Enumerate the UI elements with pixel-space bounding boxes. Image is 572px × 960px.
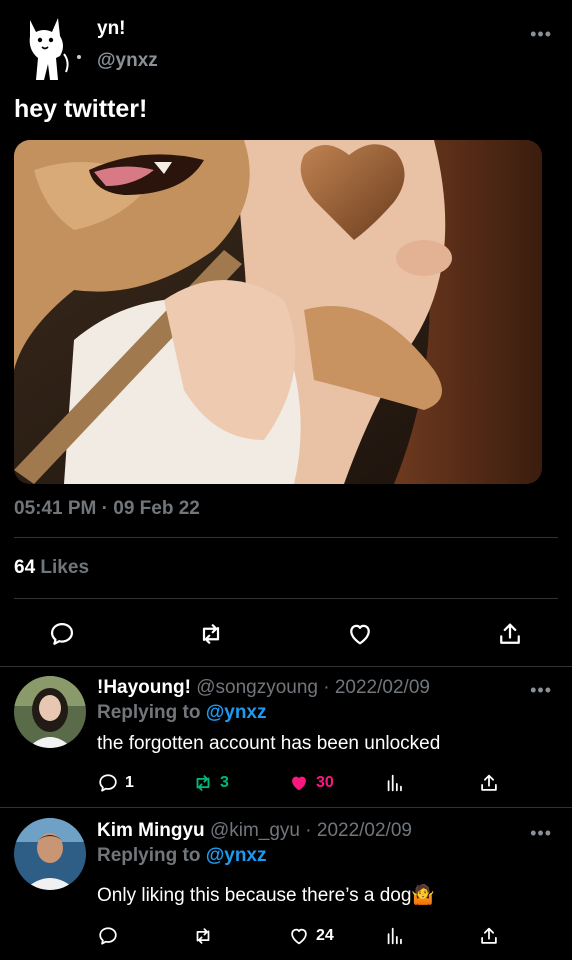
reply-like-button[interactable]: 24 — [288, 925, 334, 947]
like-button[interactable] — [346, 620, 374, 648]
retweet-count: 3 — [220, 774, 229, 791]
reply-author-name[interactable]: !Hayoung! — [97, 677, 191, 698]
reply-header: Kim Mingyu @kim_gyu · 2022/02/09 — [97, 820, 412, 842]
heart-icon — [291, 928, 307, 945]
analytics-icon — [387, 774, 402, 792]
tweet-text: hey twitter! — [14, 95, 148, 123]
more-icon[interactable]: ••• — [530, 823, 552, 844]
author-name[interactable]: yn! — [97, 18, 126, 40]
reply-analytics-button[interactable] — [384, 772, 406, 794]
like-count: 24 — [316, 927, 334, 944]
reply-button[interactable] — [48, 620, 76, 648]
retweet-icon — [202, 624, 220, 644]
heart-icon — [350, 624, 370, 645]
reply-retweet-button[interactable]: 3 — [192, 772, 229, 794]
replying-to-link[interactable]: @ynxz — [206, 702, 267, 723]
more-icon[interactable]: ••• — [530, 24, 552, 45]
likes-label: Likes — [40, 557, 90, 578]
divider — [0, 666, 572, 667]
avatar-photo — [14, 818, 86, 890]
heart-filled-icon — [292, 776, 306, 791]
share-button[interactable] — [496, 620, 524, 648]
divider — [0, 807, 572, 808]
replying-to: Replying to @ynxz — [97, 845, 267, 867]
avatar-photo — [14, 676, 86, 748]
photo-image — [14, 140, 542, 484]
likes-number: 64 — [14, 557, 36, 578]
reply-icon — [50, 622, 74, 645]
like-count: 30 — [316, 774, 334, 791]
reply-share-button[interactable] — [478, 772, 500, 794]
tweet-photo[interactable] — [14, 140, 542, 484]
avatar-dot — [77, 55, 81, 59]
more-icon[interactable]: ••• — [530, 680, 552, 701]
reply-count: 1 — [125, 774, 134, 791]
reply-icon — [99, 927, 117, 945]
reply-like-button[interactable]: 30 — [288, 772, 334, 794]
reply-analytics-button[interactable] — [384, 925, 406, 947]
author-avatar[interactable] — [20, 14, 78, 84]
replying-prefix: Replying to — [97, 845, 201, 866]
retweet-button[interactable] — [197, 620, 225, 648]
reply-reply-button[interactable] — [97, 925, 119, 947]
share-icon — [481, 927, 497, 944]
retweet-icon — [196, 775, 210, 791]
divider — [14, 537, 558, 538]
share-icon — [481, 774, 497, 791]
reply-header: !Hayoung! @songzyoung · 2022/02/09 — [97, 677, 430, 699]
reply-retweet-button[interactable] — [192, 925, 214, 947]
likes-count[interactable]: 64 Likes — [14, 557, 89, 579]
reply-avatar[interactable] — [14, 676, 86, 748]
replying-to-link[interactable]: @ynxz — [206, 845, 267, 866]
reply-text: Only liking this because there’s a dog🤷 — [97, 885, 436, 906]
cat-logo-avatar — [20, 14, 78, 84]
reply-handle-date: @kim_gyu · 2022/02/09 — [209, 820, 412, 841]
replying-to: Replying to @ynxz — [97, 702, 267, 724]
retweet-icon — [196, 928, 210, 944]
reply-reply-button[interactable]: 1 — [97, 772, 134, 794]
reply-icon — [99, 774, 117, 792]
reply-share-button[interactable] — [478, 925, 500, 947]
reply-handle-date: @songzyoung · 2022/02/09 — [196, 677, 430, 698]
tweet-timestamp[interactable]: 05:41 PM · 09 Feb 22 — [14, 498, 200, 520]
reply-text: the forgotten account has been unlocked — [97, 733, 441, 754]
divider — [14, 598, 558, 599]
author-handle[interactable]: @ynxz — [97, 50, 158, 72]
replying-prefix: Replying to — [97, 702, 201, 723]
share-icon — [500, 623, 520, 644]
reply-avatar[interactable] — [14, 818, 86, 890]
analytics-icon — [387, 927, 402, 945]
reply-author-name[interactable]: Kim Mingyu — [97, 820, 205, 841]
